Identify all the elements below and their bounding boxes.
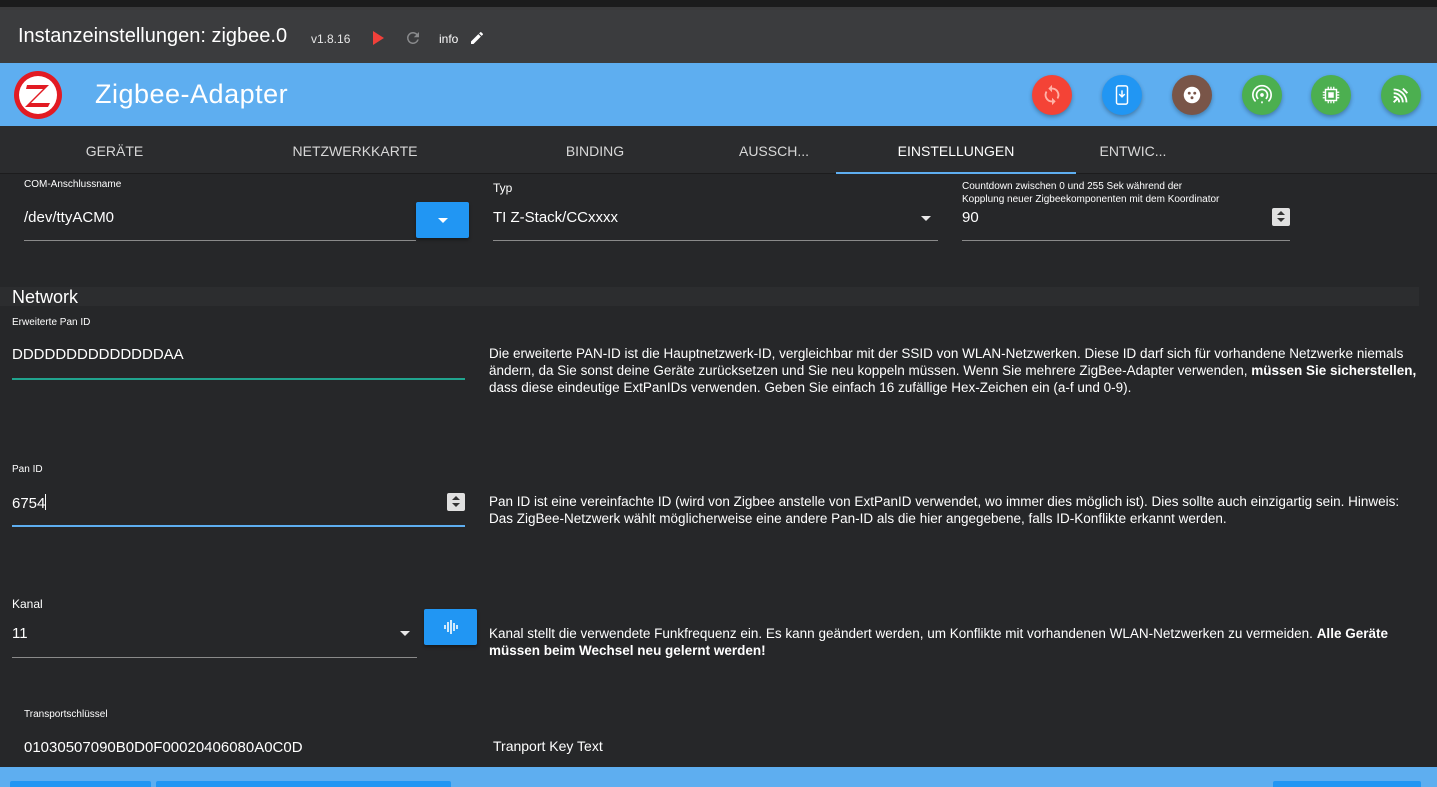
zigbee-channel-button[interactable]	[1242, 75, 1282, 115]
dialog-title-bar: Instanzeinstellungen: zigbee.0 v1.8.16 i…	[0, 10, 1437, 63]
chevron-down-icon	[437, 217, 448, 223]
countdown-input[interactable]: 90	[962, 209, 979, 226]
com-port-dropdown-button[interactable]	[416, 202, 469, 238]
transport-key-description: Tranport Key Text	[493, 738, 603, 754]
countdown-underline	[962, 240, 1290, 241]
app-bar: Zigbee-Adapter	[0, 63, 1437, 126]
ext-pan-id-input[interactable]: DDDDDDDDDDDDDDAA	[12, 346, 184, 363]
app-title: Zigbee-Adapter	[95, 79, 289, 109]
ext-pan-id-desc-bold: müssen Sie sicherstellen,	[1251, 363, 1417, 378]
channel-select[interactable]: 11	[12, 625, 28, 642]
channel-dropdown-icon[interactable]	[400, 631, 410, 636]
tab-binding[interactable]: Binding	[540, 126, 650, 174]
type-select[interactable]: TI Z-Stack/CCxxxx	[493, 209, 618, 226]
tab-bar: Geräte Netzwerkkarte Binding Aussch... E…	[0, 126, 1437, 174]
channel-desc-part1: Kanal stellt die verwendete Funkfrequenz…	[489, 626, 1317, 641]
signal-icon	[1393, 87, 1409, 103]
close-button[interactable]	[1273, 781, 1421, 787]
version-label: v1.8.16	[311, 32, 351, 46]
edit-icon[interactable]	[469, 30, 485, 46]
top-strip	[0, 0, 1437, 10]
tab-settings[interactable]: Einstellungen	[836, 126, 1076, 174]
reload-icon[interactable]	[404, 29, 422, 47]
ext-pan-id-label: Erweiterte Pan ID	[12, 317, 91, 328]
countdown-stepper[interactable]	[1272, 208, 1290, 226]
type-dropdown-icon[interactable]	[921, 216, 931, 221]
sync-icon	[1044, 84, 1060, 106]
com-port-underline	[24, 240, 416, 241]
pan-id-label: Pan ID	[12, 464, 43, 475]
ext-pan-id-underline	[12, 378, 465, 380]
radio-tower-icon	[1252, 84, 1272, 104]
pan-id-value: 6754	[12, 495, 46, 512]
dialog-title: Instanzeinstellungen: zigbee.0	[18, 25, 288, 47]
channel-label: Kanal	[12, 597, 43, 611]
type-underline	[493, 240, 938, 241]
tab-devices[interactable]: Geräte	[57, 126, 172, 174]
transport-key-label: Transportschlüssel	[24, 709, 108, 720]
text-cursor	[45, 494, 47, 510]
ext-pan-id-desc-part2: dass diese eindeutige ExtPanIDs verwende…	[489, 380, 1132, 395]
network-section-bar	[0, 287, 1419, 306]
hardware-button[interactable]	[1172, 75, 1212, 115]
com-port-input[interactable]: /dev/ttyACM0	[24, 209, 114, 226]
channel-underline	[12, 657, 417, 658]
tab-developer[interactable]: Entwic...	[1083, 126, 1183, 174]
pan-id-underline	[12, 525, 465, 527]
outlet-icon	[1183, 86, 1201, 104]
phone-download-icon	[1115, 85, 1129, 105]
type-label: Typ	[493, 181, 513, 195]
firmware-button[interactable]	[1311, 75, 1351, 115]
countdown-label: Countdown zwischen 0 und 255 Sek während…	[962, 181, 1220, 205]
pan-id-description: Pan ID ist eine vereinfachte ID (wird vo…	[489, 494, 1400, 526]
pairing-button[interactable]	[1102, 75, 1142, 115]
channel-scan-button[interactable]	[424, 609, 477, 645]
ext-pan-id-description: Die erweiterte PAN-ID ist die Hauptnetzw…	[489, 345, 1419, 396]
network-section-title: Network	[12, 287, 79, 307]
channel-description: Kanal stellt die verwendete Funkfrequenz…	[489, 625, 1419, 659]
audio-wave-icon	[443, 620, 458, 634]
play-icon[interactable]	[373, 31, 384, 45]
pan-id-stepper[interactable]	[447, 493, 465, 511]
pan-id-input[interactable]: 6754	[12, 494, 47, 512]
save-button[interactable]	[10, 781, 151, 787]
tab-exclude[interactable]: Aussch...	[720, 126, 828, 174]
info-link[interactable]: info	[439, 32, 458, 46]
zigbee-logo-icon	[14, 71, 62, 119]
com-port-label: COM-Anschlussname	[24, 179, 122, 190]
save-close-button[interactable]	[156, 781, 451, 787]
reset-button[interactable]	[1032, 75, 1072, 115]
chip-icon	[1322, 86, 1340, 104]
transport-key-input[interactable]: 01030507090B0D0F00020406080A0C0D	[24, 739, 303, 756]
tab-network-map[interactable]: Netzwerkkarte	[280, 126, 430, 174]
coordinator-button[interactable]	[1381, 75, 1421, 115]
